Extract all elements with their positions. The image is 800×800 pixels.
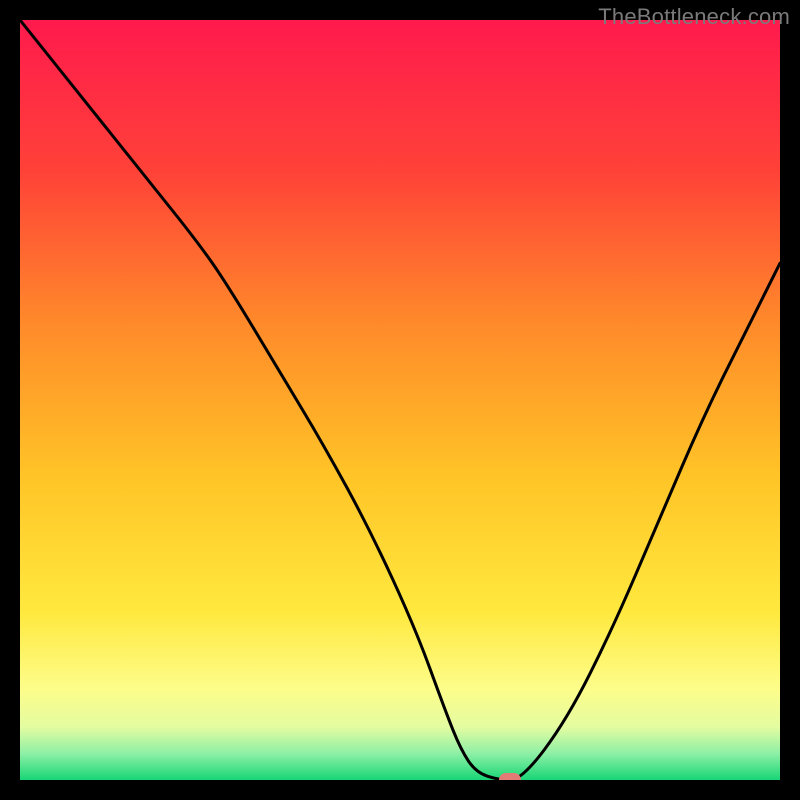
optimal-point-marker	[499, 773, 521, 780]
watermark-text: TheBottleneck.com	[598, 4, 790, 30]
plot-area	[20, 20, 780, 780]
bottleneck-curve	[20, 20, 780, 780]
chart-frame: TheBottleneck.com	[0, 0, 800, 800]
